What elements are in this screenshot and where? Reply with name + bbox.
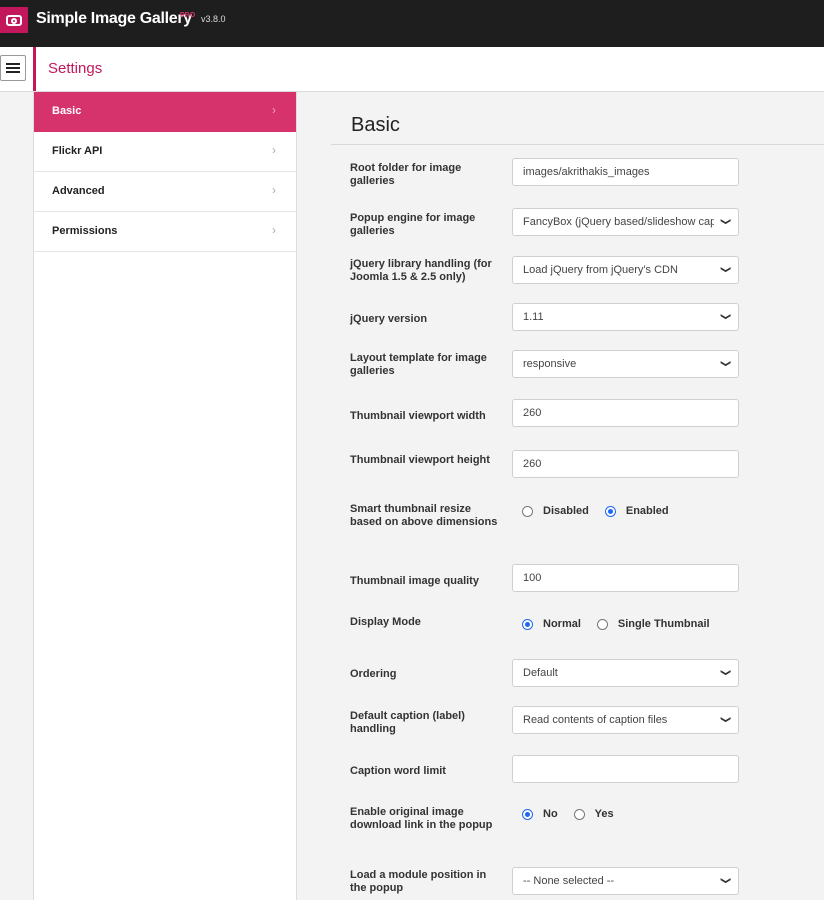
radio-checked-icon [522, 618, 533, 630]
radio-label: Disabled [543, 505, 589, 517]
sidebar: Basic › Flickr API › Advanced › Permissi… [33, 92, 297, 900]
sidebar-item-label: Advanced [52, 185, 105, 197]
jquery-version-select[interactable]: 1.11 ❯ [512, 303, 739, 331]
download-link-no-option[interactable]: No [522, 808, 558, 820]
display-mode-radio-group: Normal Single Thumbnail [522, 618, 726, 630]
sidebar-item-label: Flickr API [52, 145, 103, 157]
radio-label: Enabled [625, 505, 669, 517]
module-position-value: -- None selected -- [523, 875, 615, 887]
settings-header: Settings [0, 47, 824, 92]
thumbnail-quality-label: Thumbnail image quality [350, 575, 479, 587]
thumbnail-height-label: Thumbnail viewport height [350, 454, 490, 466]
divider [331, 144, 824, 145]
radio-checked-icon [522, 808, 533, 820]
caption-word-limit-input[interactable] [512, 755, 739, 783]
sidebar-item-flickr-api[interactable]: Flickr API › [34, 132, 296, 172]
chevron-right-icon: › [272, 183, 276, 197]
thumbnail-quality-value: 100 [523, 572, 542, 584]
jquery-handling-label: jQuery library handling (for Joomla 1.5 … [350, 258, 492, 283]
camera-icon [0, 7, 28, 33]
thumbnail-width-value: 260 [523, 407, 542, 419]
smart-resize-radio-group: Disabled Enabled [522, 505, 685, 517]
smart-resize-label: Smart thumbnail resize based on above di… [350, 503, 498, 528]
radio-icon [573, 808, 585, 820]
radio-icon [596, 618, 608, 630]
caption-word-limit-label: Caption word limit [350, 765, 446, 777]
page-title: Settings [48, 60, 103, 77]
thumbnail-quality-input[interactable]: 100 [512, 564, 739, 592]
radio-label: Yes [594, 808, 614, 820]
display-mode-normal-option[interactable]: Normal [522, 618, 581, 630]
popup-engine-select[interactable]: FancyBox (jQuery based/slideshow capable… [512, 208, 739, 236]
radio-label: Normal [543, 618, 581, 630]
chevron-right-icon: › [272, 103, 276, 117]
popup-engine-value: FancyBox (jQuery based/slideshow capable… [523, 216, 714, 228]
jquery-version-label: jQuery version [350, 313, 428, 325]
thumbnail-width-input[interactable]: 260 [512, 399, 739, 427]
pro-badge: PRO [180, 12, 196, 19]
chevron-down-icon: ❯ [721, 715, 733, 724]
download-link-yes-option[interactable]: Yes [573, 808, 614, 820]
jquery-version-value: 1.11 [523, 311, 544, 323]
sidebar-item-label: Basic [52, 105, 82, 117]
hamburger-menu-icon[interactable] [0, 55, 26, 81]
thumbnail-height-input[interactable]: 260 [512, 450, 739, 478]
section-title: Basic [351, 114, 400, 136]
main-content: Basic Root folder for image galleries im… [297, 92, 824, 900]
layout-template-select[interactable]: responsive ❯ [512, 350, 739, 378]
jquery-handling-select[interactable]: Load jQuery from jQuery's CDN ❯ [512, 256, 739, 284]
module-position-label: Load a module position in the popup [350, 869, 487, 894]
chevron-down-icon: ❯ [721, 359, 733, 368]
chevron-right-icon: › [272, 143, 276, 157]
chevron-right-icon: › [272, 223, 276, 237]
sidebar-item-label: Permissions [52, 225, 118, 237]
download-link-radio-group: No Yes [522, 808, 630, 820]
caption-handling-value: Read contents of caption files [523, 714, 668, 726]
root-folder-value: images/akrithakis_images [523, 166, 650, 178]
ordering-label: Ordering [350, 668, 397, 680]
ordering-value: Default [523, 667, 558, 679]
chevron-down-icon: ❯ [721, 217, 733, 226]
sidebar-item-advanced[interactable]: Advanced › [34, 172, 296, 212]
root-folder-label: Root folder for image galleries [350, 162, 462, 187]
caption-handling-label: Default caption (label) handling [350, 710, 465, 735]
root-folder-input[interactable]: images/akrithakis_images [512, 158, 739, 186]
app-title: Simple Image Gallery [36, 10, 192, 27]
chevron-down-icon: ❯ [721, 668, 733, 677]
radio-checked-icon [604, 505, 616, 517]
header-accent [33, 47, 36, 91]
sidebar-item-basic[interactable]: Basic › [34, 92, 296, 132]
display-mode-label: Display Mode [350, 616, 421, 628]
radio-icon [522, 505, 533, 517]
module-position-select[interactable]: -- None selected -- ❯ [512, 867, 739, 895]
ordering-select[interactable]: Default ❯ [512, 659, 739, 687]
radio-label: No [543, 808, 558, 820]
chevron-down-icon: ❯ [721, 876, 733, 885]
layout-template-value: responsive [523, 358, 577, 370]
layout-template-label: Layout template for image galleries [350, 352, 487, 377]
jquery-handling-value: Load jQuery from jQuery's CDN [523, 264, 678, 276]
popup-engine-label: Popup engine for image galleries [350, 212, 476, 237]
thumbnail-height-value: 260 [523, 458, 542, 470]
radio-label: Single Thumbnail [617, 618, 710, 630]
top-bar: Simple Image Gallery PRO v3.8.0 [0, 0, 824, 47]
version-label: v3.8.0 [201, 14, 226, 24]
display-mode-single-thumbnail-option[interactable]: Single Thumbnail [596, 618, 710, 630]
chevron-down-icon: ❯ [721, 312, 733, 321]
sidebar-item-permissions[interactable]: Permissions › [34, 212, 296, 252]
smart-resize-disabled-option[interactable]: Disabled [522, 505, 589, 517]
caption-handling-select[interactable]: Read contents of caption files ❯ [512, 706, 739, 734]
chevron-down-icon: ❯ [721, 265, 733, 274]
smart-resize-enabled-option[interactable]: Enabled [604, 505, 669, 517]
thumbnail-width-label: Thumbnail viewport width [350, 410, 486, 422]
download-link-label: Enable original image download link in t… [350, 806, 493, 831]
